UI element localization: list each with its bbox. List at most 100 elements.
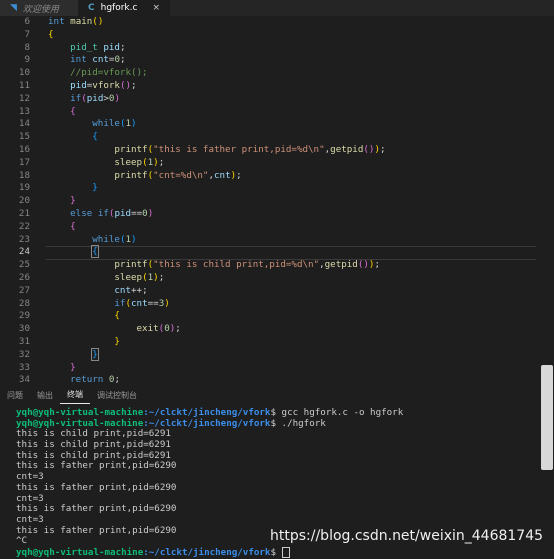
terminal-output-text: cnt=3 xyxy=(16,471,44,483)
code-token: } xyxy=(70,195,76,207)
prompt-user: yqh@yqh-virtual-machine xyxy=(16,546,144,558)
line-number: 10 xyxy=(18,67,30,79)
code-token: int xyxy=(48,16,65,27)
code-text: if(cnt==3) xyxy=(48,297,169,311)
code-token: } xyxy=(92,182,98,194)
code-text: } xyxy=(48,195,76,208)
terminal-command: $ xyxy=(270,546,282,558)
code-text: { xyxy=(48,245,99,259)
terminal-line: this is father print,pid=6290 xyxy=(16,503,536,515)
line-number: 34 xyxy=(18,374,30,384)
code-token: if xyxy=(70,92,82,104)
watermark-text: https://blog.csdn.net/weixin_44681745 xyxy=(270,528,544,544)
code-text: } xyxy=(48,336,120,349)
code-text: pid=vfork(); xyxy=(48,79,137,93)
code-token: ) xyxy=(131,233,137,245)
line-number: 26 xyxy=(18,271,30,283)
code-token: if xyxy=(114,297,126,309)
terminal-output-text: cnt=3 xyxy=(16,492,44,504)
code-token: "this is child print,pid=%d\n" xyxy=(153,259,320,271)
line-number: 12 xyxy=(18,92,30,104)
code-token: { xyxy=(114,310,120,322)
code-token: } xyxy=(91,347,99,361)
code-token: "this is father print,pid=%d\n" xyxy=(153,143,325,155)
tab-problems[interactable]: 问题 xyxy=(0,386,30,404)
code-token: while xyxy=(92,118,120,130)
code-token: { xyxy=(70,105,76,117)
line-number: 28 xyxy=(18,297,30,309)
prompt-path: :~/clckt/jincheng/vfork xyxy=(143,417,271,429)
code-token: if xyxy=(97,207,109,219)
terminal-output-text: this is father print,pid=6290 xyxy=(16,503,177,515)
code-token: cnt xyxy=(114,284,131,296)
terminal-output-text: cnt=3 xyxy=(16,513,44,525)
tab-hgfork-label: hgfork.c xyxy=(100,3,138,13)
code-token: ; xyxy=(114,374,120,384)
code-token: cnt xyxy=(214,169,231,181)
code-token: == xyxy=(147,297,159,309)
code-token: () xyxy=(357,259,369,271)
code-text: { xyxy=(48,131,98,144)
terminal-output-text: this is father print,pid=6290 xyxy=(16,481,177,493)
line-number: 29 xyxy=(18,310,30,322)
tab-terminal[interactable]: 终端 xyxy=(60,386,90,404)
code-token: == xyxy=(131,207,143,219)
line-number: 17 xyxy=(18,156,30,168)
code-text: pid_t pid; xyxy=(48,41,125,55)
code-text: while(1) xyxy=(48,118,137,131)
code-token: () xyxy=(119,79,132,91)
c-file-icon: C xyxy=(88,3,95,13)
tab-output[interactable]: 输出 xyxy=(30,386,60,404)
tab-hgfork-c[interactable]: C hgfork.c × xyxy=(78,0,170,16)
prompt-path: :~/clckt/jincheng/vfork xyxy=(143,407,271,418)
close-icon[interactable]: × xyxy=(152,3,160,13)
code-token: getpid xyxy=(324,259,358,271)
line-number: 13 xyxy=(18,105,30,117)
code-token: pid xyxy=(103,41,120,53)
code-text: printf("this is child print,pid=%d\n",ge… xyxy=(48,259,380,272)
code-editor[interactable]: 6 int main() 7{8 pid_t pid; 9 int cnt=0; 10 … xyxy=(0,16,540,384)
line-number: 27 xyxy=(18,284,30,296)
code-token: ) xyxy=(131,118,137,130)
line-number: 8 xyxy=(24,41,30,53)
tab-welcome[interactable]: ◥ 欢迎使用 xyxy=(0,0,78,16)
editor-scrollbar[interactable] xyxy=(540,16,554,384)
code-text: } xyxy=(48,182,98,195)
code-token: while xyxy=(92,233,120,245)
code-text: sleep(1); xyxy=(48,157,164,170)
code-token: pid xyxy=(114,207,132,219)
line-number: 33 xyxy=(18,361,30,373)
terminal-output-text: this is father print,pid=6290 xyxy=(16,524,177,536)
code-text: exit(0); xyxy=(48,323,181,336)
code-token: ; xyxy=(131,79,137,91)
prompt-path: :~/clckt/jincheng/vfork xyxy=(143,546,271,558)
code-token: sleep xyxy=(114,156,143,168)
line-number: 23 xyxy=(18,233,30,245)
code-text: //pid=vfork(); xyxy=(48,67,147,80)
prompt-user: yqh@yqh-virtual-machine xyxy=(16,407,144,418)
code-token: exit xyxy=(136,323,159,335)
terminal-output-text: this is child print,pid=6291 xyxy=(16,439,171,451)
terminal-output-text: this is father print,pid=6290 xyxy=(16,460,177,472)
scrollbar-thumb[interactable] xyxy=(541,365,553,470)
line-number: 25 xyxy=(18,259,30,271)
tab-debug-console[interactable]: 调试控制台 xyxy=(90,386,144,404)
